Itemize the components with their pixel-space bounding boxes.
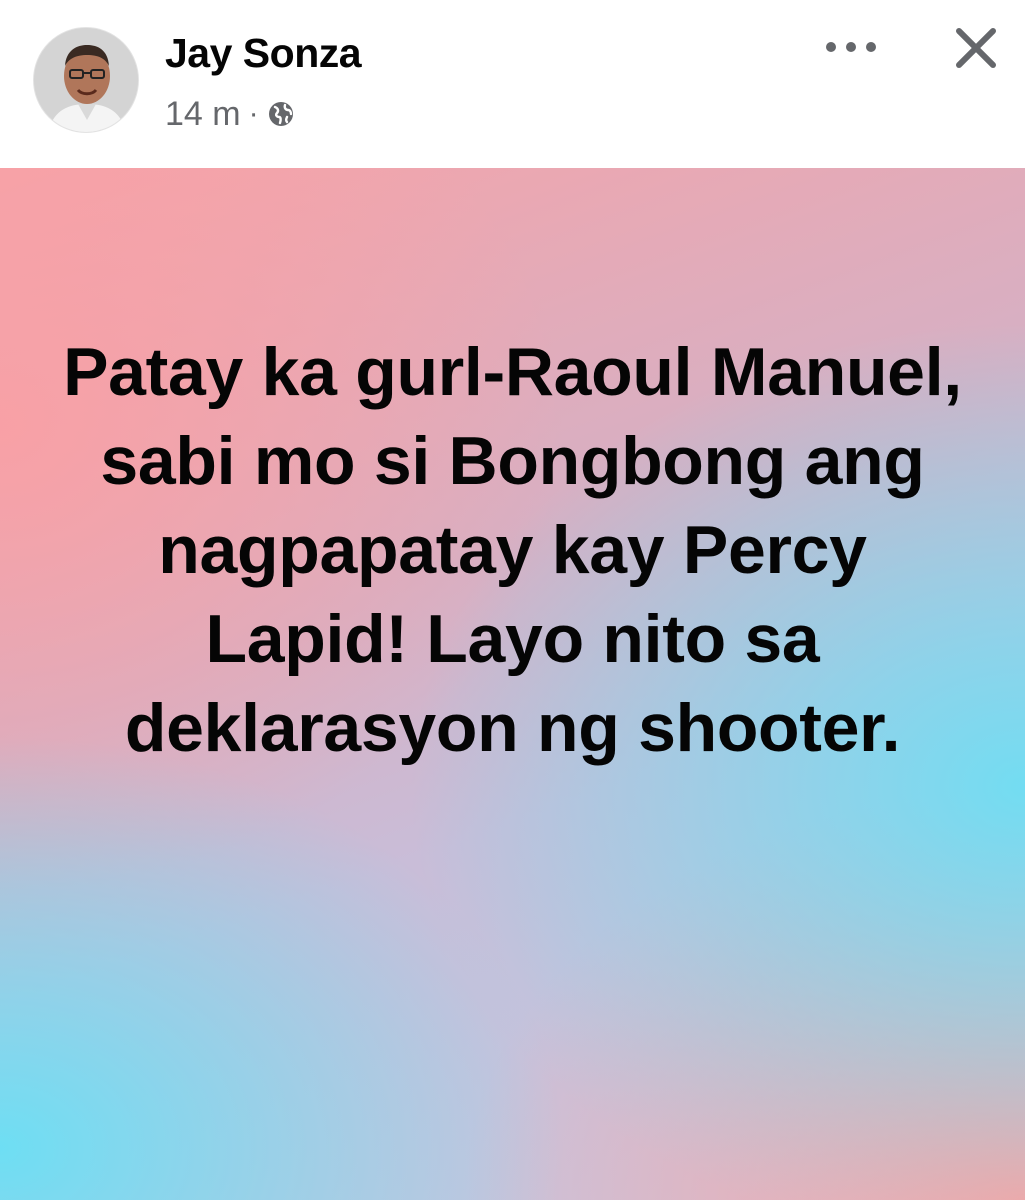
close-icon[interactable]: [950, 22, 1002, 74]
avatar[interactable]: [33, 27, 139, 133]
post-meta: 14 m ·: [165, 92, 295, 136]
more-dot: [826, 42, 836, 52]
more-options-icon[interactable]: [826, 30, 876, 64]
avatar-photo: [34, 28, 138, 132]
author-name[interactable]: Jay Sonza: [165, 30, 362, 77]
post-header: Jay Sonza 14 m ·: [0, 0, 1025, 168]
globe-icon[interactable]: [267, 100, 295, 128]
post-background-card: Patay ka gurl-Raoul Manuel, sabi mo si B…: [0, 168, 1025, 1200]
more-dot: [846, 42, 856, 52]
facebook-post: Jay Sonza 14 m · Patay ka gurl-Raoul Man…: [0, 0, 1025, 1200]
post-timestamp[interactable]: 14 m: [165, 95, 241, 134]
meta-separator: ·: [248, 97, 259, 130]
more-dot: [866, 42, 876, 52]
post-text: Patay ka gurl-Raoul Manuel, sabi mo si B…: [63, 334, 962, 766]
